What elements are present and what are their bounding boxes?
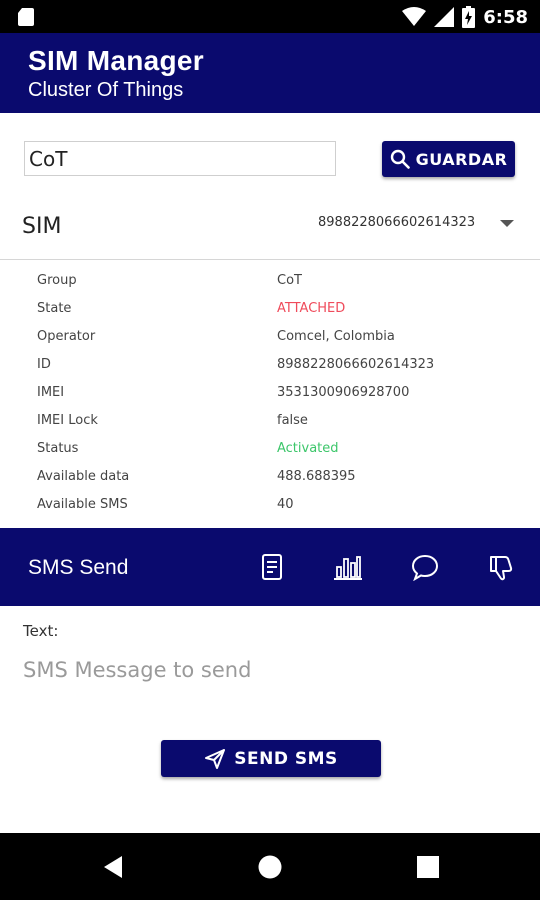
detail-value: Comcel, Colombia: [277, 329, 395, 344]
detail-row: Operator Comcel, Colombia: [0, 322, 540, 350]
sim-details-list: Group CoT State ATTACHED Operator Comcel, C…: [0, 266, 540, 518]
detail-key: State: [37, 301, 72, 316]
detail-key: Status: [37, 441, 79, 456]
save-button-label: GUARDAR: [415, 149, 508, 169]
sd-card-icon: [18, 8, 34, 26]
chat-bubble-icon[interactable]: [408, 550, 442, 584]
detail-key: Operator: [37, 329, 96, 344]
detail-value: 3531300906928700: [277, 385, 410, 400]
detail-value: 488.688395: [277, 469, 356, 484]
search-icon: [390, 149, 410, 169]
text-label: Text:: [23, 622, 59, 640]
clock: 6:58: [483, 6, 528, 28]
signal-icon: [434, 7, 455, 27]
back-icon[interactable]: [100, 853, 128, 881]
detail-key: IMEI: [37, 385, 65, 400]
detail-value: CoT: [277, 273, 302, 288]
navigation-bar: [0, 833, 540, 900]
send-icon: [205, 748, 226, 769]
detail-value: ATTACHED: [277, 301, 346, 316]
document-icon[interactable]: [255, 550, 289, 584]
detail-row: IMEI Lock false: [0, 406, 540, 434]
sms-toolbar-title: SMS Send: [28, 556, 129, 579]
detail-key: Available SMS: [37, 497, 128, 512]
thumbs-down-icon[interactable]: [485, 550, 519, 584]
sim-selector-row: SIM 8988228066602614323: [0, 198, 540, 260]
dropdown-arrow-icon: [500, 220, 514, 227]
app-bar: SIM Manager Cluster Of Things: [0, 33, 540, 113]
battery-charging-icon: [462, 6, 476, 28]
detail-row: Group CoT: [0, 266, 540, 294]
wifi-icon: [402, 7, 427, 26]
detail-key: ID: [37, 357, 51, 372]
detail-key: Available data: [37, 469, 130, 484]
app-subtitle: Cluster Of Things: [28, 79, 184, 101]
detail-value: 8988228066602614323: [277, 357, 435, 372]
send-sms-button[interactable]: SEND SMS: [161, 740, 381, 777]
detail-row: IMEI 3531300906928700: [0, 378, 540, 406]
sms-toolbar: SMS Send: [0, 528, 540, 606]
detail-row: Available data 488.688395: [0, 462, 540, 490]
detail-value: Activated: [277, 441, 339, 456]
sim-selected-value: 8988228066602614323: [318, 215, 476, 230]
sms-message-input[interactable]: [23, 652, 517, 688]
detail-row: Status Activated: [0, 434, 540, 462]
recents-icon[interactable]: [414, 853, 442, 881]
status-bar: 6:58: [0, 0, 540, 33]
home-icon[interactable]: [256, 853, 284, 881]
detail-value: false: [277, 413, 308, 428]
save-button[interactable]: GUARDAR: [382, 141, 515, 177]
app-title: SIM Manager: [28, 45, 205, 76]
detail-key: IMEI Lock: [37, 413, 98, 428]
send-sms-label: SEND SMS: [234, 748, 338, 769]
detail-row: State ATTACHED: [0, 294, 540, 322]
name-input[interactable]: [24, 141, 336, 176]
bar-chart-icon[interactable]: [331, 550, 365, 584]
detail-key: Group: [37, 273, 77, 288]
detail-row: Available SMS 40: [0, 490, 540, 518]
sim-dropdown[interactable]: 8988228066602614323: [300, 208, 522, 238]
detail-row: ID 8988228066602614323: [0, 350, 540, 378]
sim-label: SIM: [22, 214, 62, 239]
detail-value: 40: [277, 497, 294, 512]
